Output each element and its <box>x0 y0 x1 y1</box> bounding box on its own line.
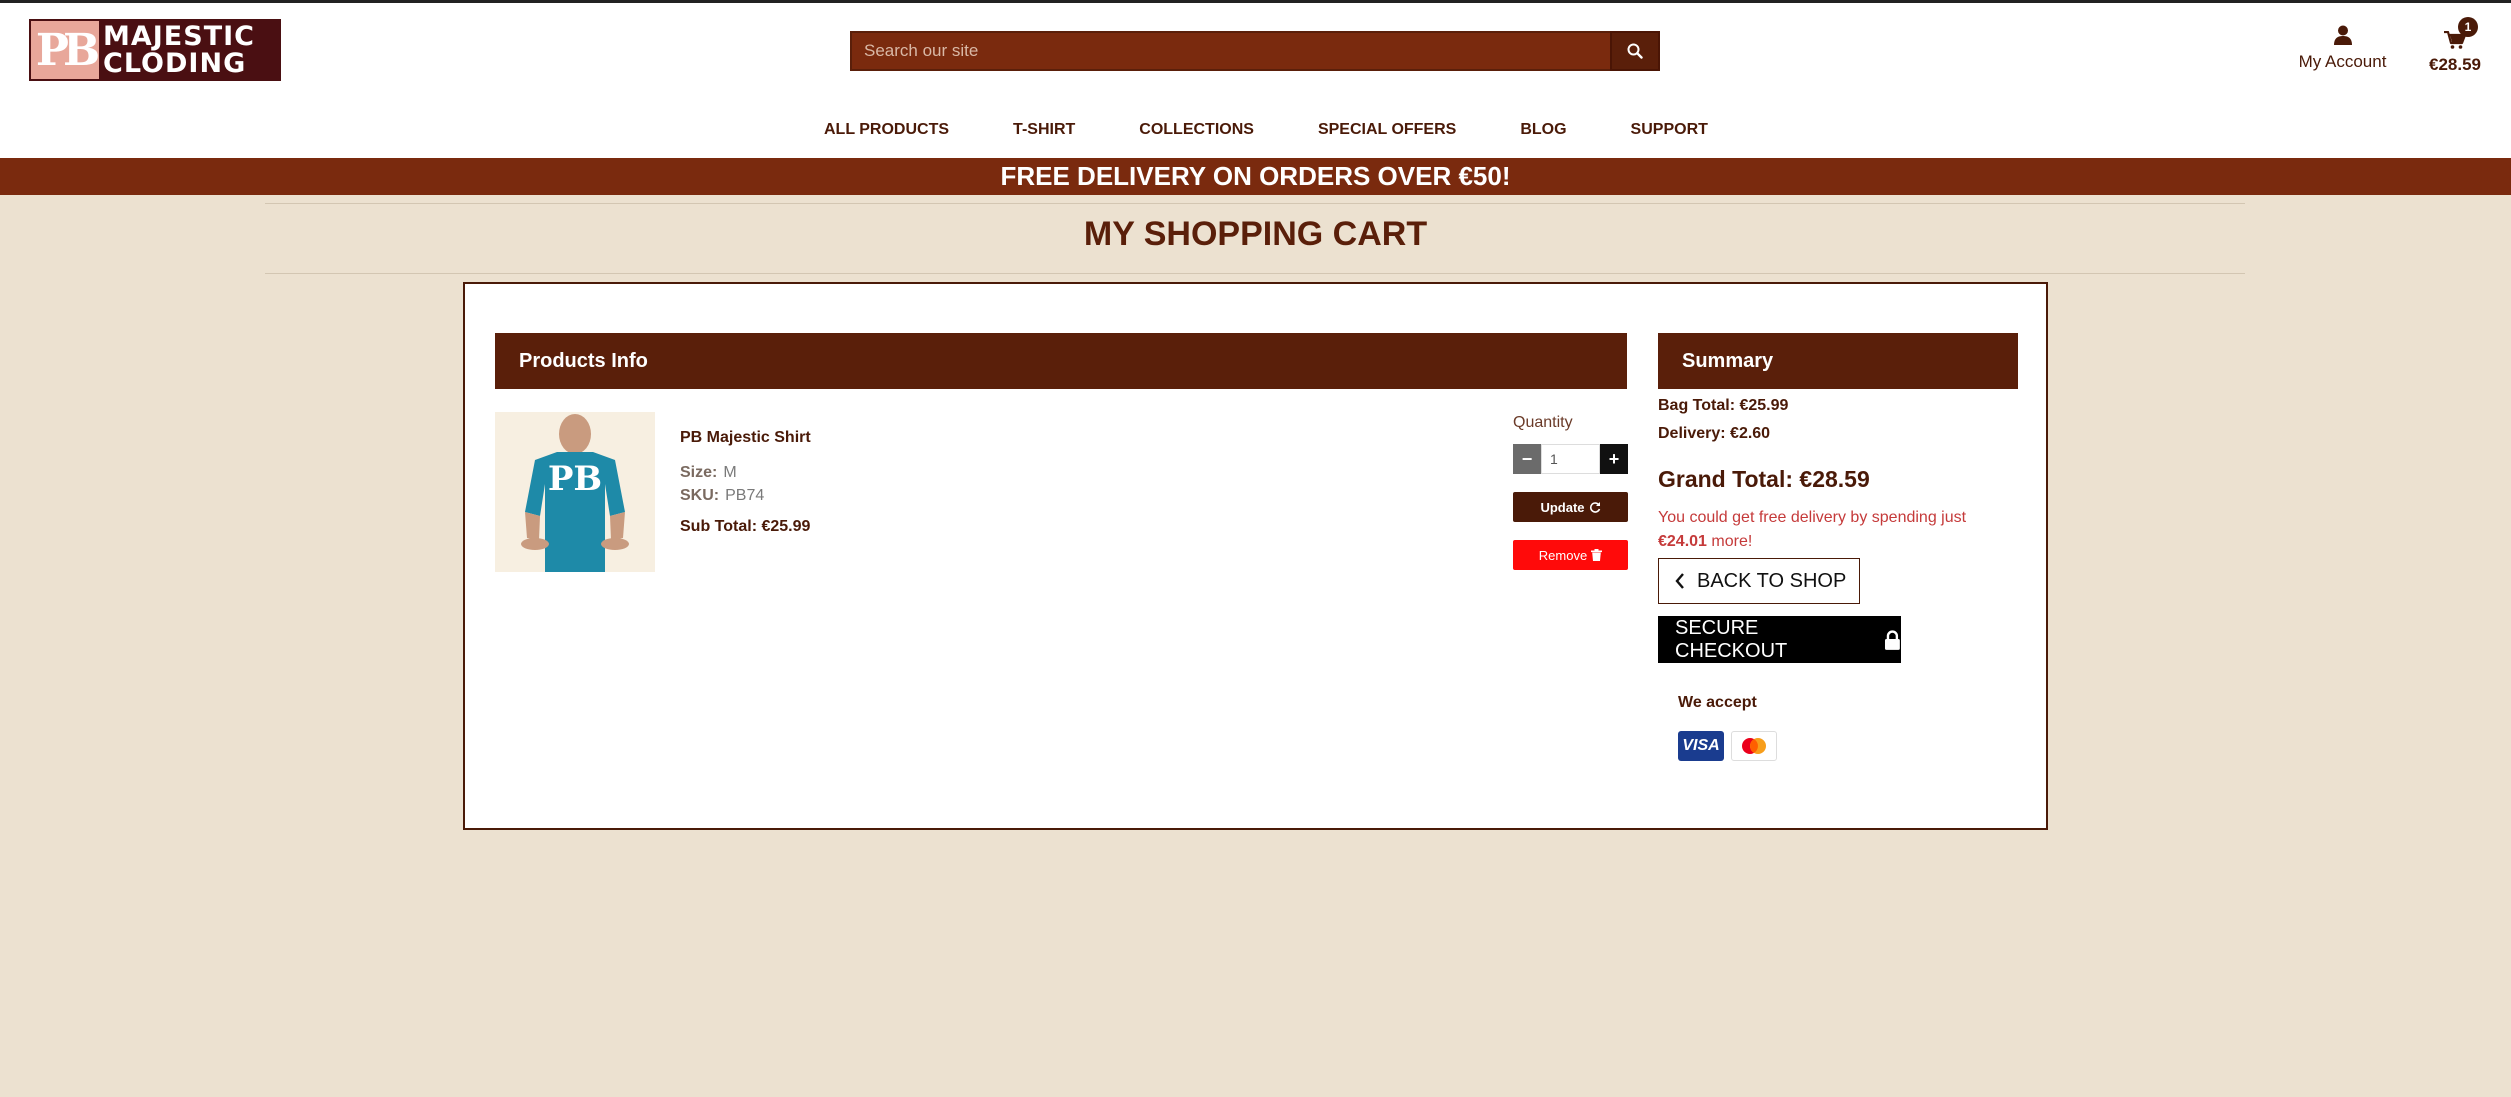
nav-item-special-offers[interactable]: SPECIAL OFFERS <box>1318 121 1456 139</box>
update-label: Update <box>1540 499 1585 515</box>
products-info-title: Products Info <box>519 349 648 372</box>
product-sku: SKU: PB74 <box>680 487 764 505</box>
logo-mark: PB <box>31 21 100 79</box>
free-delivery-prefix: You could get free delivery by spending … <box>1658 509 1967 526</box>
mastercard-logo <box>1742 738 1766 754</box>
remove-button[interactable]: Remove <box>1513 540 1628 570</box>
delivery-cost: Delivery: €2.60 <box>1658 425 1771 442</box>
back-to-shop-button[interactable]: BACK TO SHOP <box>1658 558 1860 604</box>
main-nav-items: ALL PRODUCTS T-SHIRT COLLECTIONS SPECIAL… <box>824 121 1708 139</box>
product-sku-label: SKU: <box>680 487 720 504</box>
product-name[interactable]: PB Majestic Shirt <box>680 429 811 447</box>
my-account-label: My Account <box>2298 52 2387 71</box>
logo-text: MAJESTIC CLODING <box>103 23 255 77</box>
products-info-header: Products Info <box>495 333 1627 389</box>
secure-checkout-label: SECURE CHECKOUT <box>1675 616 1788 662</box>
lock-icon <box>1885 629 1901 650</box>
quantity-label: Quantity <box>1513 414 1573 431</box>
page-title: MY SHOPPING CART <box>1083 215 1428 253</box>
search-input[interactable] <box>850 31 1610 71</box>
product-sku-value: PB74 <box>725 487 765 504</box>
svg-text:PB: PB <box>548 459 602 499</box>
free-delivery-amount: €24.01 <box>1658 533 1707 550</box>
plus-icon: + <box>1608 448 1620 469</box>
banner-text: FREE DELIVERY ON ORDERS OVER €50! <box>1000 161 1511 191</box>
cart-container: Products Info PB PB Majestic Shirt Size:… <box>463 282 2048 830</box>
free-delivery-suffix: more! <box>1711 533 1753 550</box>
quantity-stepper: − + <box>1513 444 1628 474</box>
we-accept-label: We accept <box>1678 694 1757 711</box>
product-size-value: M <box>723 464 737 481</box>
logo-line-2: CLODING <box>103 48 247 79</box>
search-bar <box>850 31 1660 71</box>
cart-icon-wrap: 1 <box>2420 17 2490 49</box>
summary-header: Summary <box>1658 333 2018 389</box>
my-account-link[interactable]: My Account <box>2290 25 2395 72</box>
cart-total: €28.59 <box>2429 55 2481 74</box>
search-icon <box>1627 43 1643 59</box>
chevron-left-icon <box>1675 573 1684 589</box>
product-subtotal: Sub Total: €25.99 <box>680 518 811 535</box>
nav-item-all-products[interactable]: ALL PRODUCTS <box>824 121 949 139</box>
logo-line-1: MAJESTIC <box>103 21 255 52</box>
refresh-icon <box>1589 502 1600 513</box>
nav-item-collections[interactable]: COLLECTIONS <box>1139 121 1254 139</box>
quantity-input[interactable] <box>1541 444 1600 474</box>
tshirt-model-image: PB <box>495 412 655 572</box>
nav-item-t-shirt[interactable]: T-SHIRT <box>1013 121 1075 139</box>
title-divider-top <box>265 203 2245 204</box>
remove-label: Remove <box>1538 547 1588 563</box>
product-size: Size: M <box>680 464 737 482</box>
nav-item-blog[interactable]: BLOG <box>1520 121 1566 139</box>
quantity-increase-button[interactable]: + <box>1600 444 1628 474</box>
search-button[interactable] <box>1610 31 1660 71</box>
product-size-label: Size: <box>680 464 718 481</box>
visa-card-label: VISA <box>1682 737 1720 754</box>
quantity-decrease-button[interactable]: − <box>1513 444 1541 474</box>
summary-title: Summary <box>1682 349 1774 372</box>
free-delivery-banner: FREE DELIVERY ON ORDERS OVER €50! <box>0 158 2511 195</box>
cart-link[interactable]: 1 €28.59 <box>2420 17 2490 75</box>
minus-icon: − <box>1521 448 1533 469</box>
bag-total: Bag Total: €25.99 <box>1658 397 1789 414</box>
nav-item-support[interactable]: SUPPORT <box>1631 121 1708 139</box>
site-logo[interactable]: PB MAJESTIC CLODING <box>29 19 281 81</box>
trash-icon <box>1591 549 1603 561</box>
visa-card-icon: VISA <box>1678 731 1724 761</box>
site-header: PB MAJESTIC CLODING My Account <box>0 0 2511 158</box>
back-to-shop-label: BACK TO SHOP <box>1697 569 1847 592</box>
update-button[interactable]: Update <box>1513 492 1628 522</box>
mastercard-icon <box>1731 731 1777 761</box>
product-image[interactable]: PB <box>495 412 655 572</box>
secure-checkout-button[interactable]: SECURE CHECKOUT <box>1658 616 1901 663</box>
user-icon <box>2333 25 2352 45</box>
cart-count-badge: 1 <box>2458 17 2478 37</box>
free-delivery-message: You could get free delivery by spending … <box>1658 506 2028 554</box>
title-divider-bottom <box>265 273 2245 274</box>
grand-total: Grand Total: €28.59 <box>1658 466 1870 492</box>
